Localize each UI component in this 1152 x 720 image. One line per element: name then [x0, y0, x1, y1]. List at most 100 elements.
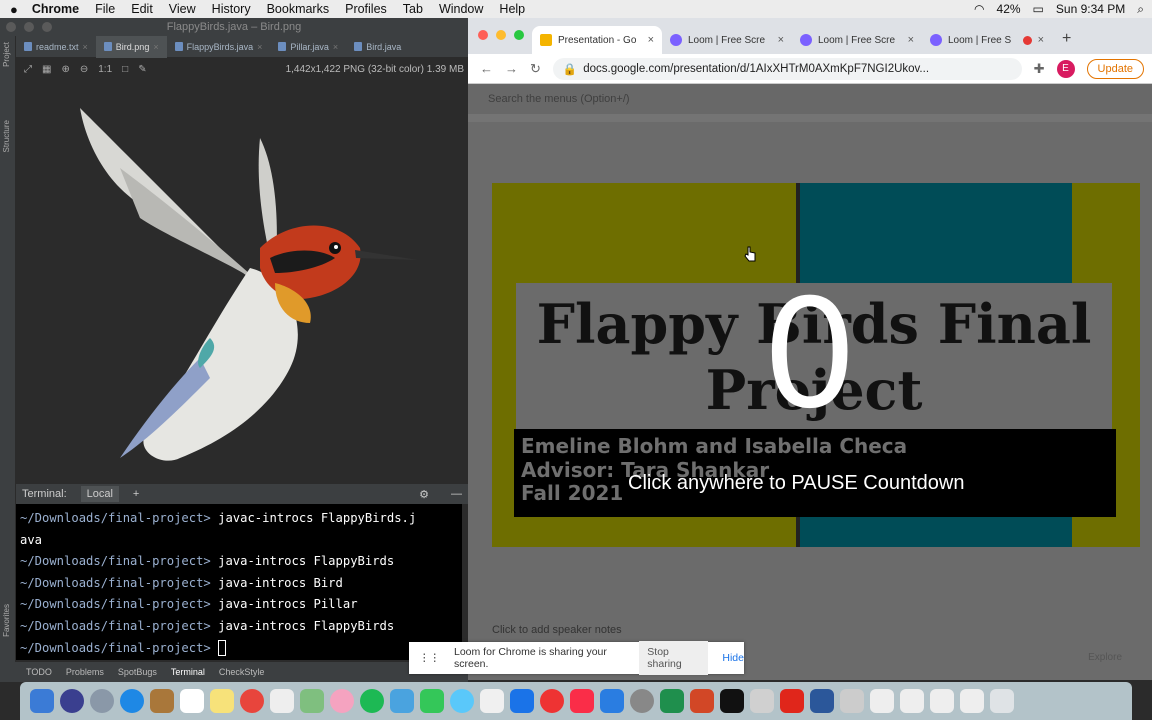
- apple-icon[interactable]: ●: [10, 2, 18, 17]
- countdown-message[interactable]: Click anywhere to PAUSE Countdown: [628, 472, 964, 495]
- browser-tab-presentation[interactable]: Presentation - Go ×: [532, 26, 662, 54]
- actual-size-button[interactable]: 1:1: [98, 64, 112, 75]
- photos-icon[interactable]: [330, 689, 354, 713]
- menu-file[interactable]: File: [95, 2, 115, 16]
- new-tab-button[interactable]: +: [1062, 30, 1071, 48]
- browser-tab-loom-3[interactable]: Loom | Free S ×: [922, 26, 1052, 54]
- update-button[interactable]: Update: [1086, 58, 1144, 79]
- word-icon[interactable]: [810, 689, 834, 713]
- zoom-window-button[interactable]: [42, 22, 52, 32]
- window-thumbnail-icon[interactable]: [930, 689, 954, 713]
- background-icon[interactable]: □: [122, 64, 128, 75]
- help-icon[interactable]: [450, 689, 474, 713]
- launchpad-icon[interactable]: [90, 689, 114, 713]
- screen-share-icon[interactable]: [510, 689, 534, 713]
- clock[interactable]: Sun 9:34 PM: [1056, 2, 1125, 16]
- battery-percent[interactable]: 42%: [997, 2, 1021, 16]
- tab-pillar-java[interactable]: Pillar.java ×: [270, 36, 346, 58]
- project-tool-label[interactable]: Project: [2, 42, 11, 67]
- address-bar[interactable]: 🔒 docs.google.com/presentation/d/1AIxXHT…: [552, 57, 1022, 80]
- stop-sharing-button[interactable]: Stop sharing: [639, 641, 709, 675]
- menu-view[interactable]: View: [169, 2, 196, 16]
- safari-icon[interactable]: [120, 689, 144, 713]
- grid-icon[interactable]: ▦: [42, 64, 51, 75]
- close-window-button[interactable]: [478, 30, 488, 40]
- excel-icon[interactable]: [660, 689, 684, 713]
- window-thumbnail-icon[interactable]: [960, 689, 984, 713]
- acrobat-icon[interactable]: [780, 689, 804, 713]
- favorites-tool-label[interactable]: Favorites: [2, 604, 11, 637]
- powerpoint-icon[interactable]: [690, 689, 714, 713]
- browser-tab-loom-2[interactable]: Loom | Free Scre ×: [792, 26, 922, 54]
- tab-bird-java[interactable]: Bird.java: [346, 36, 409, 58]
- system-preferences-icon[interactable]: [630, 689, 654, 713]
- trash-icon[interactable]: [990, 689, 1014, 713]
- countdown-number[interactable]: 0: [762, 280, 857, 430]
- spotify-icon[interactable]: [360, 689, 384, 713]
- contacts-icon[interactable]: [150, 689, 174, 713]
- hide-button[interactable]: Hide: [722, 652, 744, 664]
- textedit-icon[interactable]: [750, 689, 774, 713]
- terminal-output[interactable]: ~/Downloads/final-project> javac-introcs…: [16, 504, 462, 660]
- terminal-tab[interactable]: Terminal: [171, 667, 205, 677]
- extensions-icon[interactable]: ✚: [1034, 61, 1045, 77]
- close-icon[interactable]: ×: [1038, 34, 1044, 46]
- notes-icon[interactable]: [210, 689, 234, 713]
- new-terminal-icon[interactable]: +: [133, 488, 139, 500]
- intellij-icon[interactable]: [720, 689, 744, 713]
- window-thumbnail-icon[interactable]: [870, 689, 894, 713]
- avatar[interactable]: E: [1056, 59, 1075, 78]
- chrome-icon[interactable]: [240, 689, 264, 713]
- close-icon[interactable]: ×: [153, 42, 158, 52]
- music-icon[interactable]: [570, 689, 594, 713]
- wifi-icon[interactable]: ◠: [974, 2, 984, 16]
- color-picker-icon[interactable]: ✎: [138, 64, 146, 75]
- menu-edit[interactable]: Edit: [131, 2, 153, 16]
- document-icon[interactable]: [840, 689, 864, 713]
- spotbugs-tab[interactable]: SpotBugs: [118, 667, 157, 677]
- close-icon[interactable]: ×: [778, 34, 784, 46]
- finder-icon[interactable]: [30, 689, 54, 713]
- back-icon[interactable]: ←: [480, 61, 493, 76]
- menu-bookmarks[interactable]: Bookmarks: [267, 2, 330, 16]
- preview-icon[interactable]: [480, 689, 504, 713]
- tab-flappybirds-java[interactable]: FlappyBirds.java ×: [167, 36, 271, 58]
- minimize-panel-icon[interactable]: —: [451, 488, 462, 500]
- app-store-icon[interactable]: [600, 689, 624, 713]
- close-icon[interactable]: ×: [257, 42, 262, 52]
- menu-tab[interactable]: Tab: [403, 2, 423, 16]
- menu-search-input[interactable]: Search the menus (Option+/): [488, 93, 630, 105]
- facetime-icon[interactable]: [420, 689, 444, 713]
- menu-help[interactable]: Help: [499, 2, 525, 16]
- menu-history[interactable]: History: [212, 2, 251, 16]
- drag-handle-icon[interactable]: ⋮⋮: [419, 652, 440, 664]
- siri-icon[interactable]: [60, 689, 84, 713]
- reminders-icon[interactable]: [270, 689, 294, 713]
- forward-icon[interactable]: →: [505, 61, 518, 76]
- tab-readme[interactable]: readme.txt ×: [16, 36, 96, 58]
- messages-icon[interactable]: [390, 689, 414, 713]
- close-icon[interactable]: ×: [908, 34, 914, 46]
- menu-profiles[interactable]: Profiles: [345, 2, 387, 16]
- terminal-tab-local[interactable]: Local: [80, 486, 119, 502]
- news-icon[interactable]: [540, 689, 564, 713]
- search-icon[interactable]: ⌕: [1137, 2, 1144, 17]
- browser-tab-loom-1[interactable]: Loom | Free Scre ×: [662, 26, 792, 54]
- menu-app-name[interactable]: Chrome: [32, 2, 79, 16]
- zoom-window-button[interactable]: [514, 30, 524, 40]
- checkstyle-tab[interactable]: CheckStyle: [219, 667, 265, 677]
- problems-tab[interactable]: Problems: [66, 667, 104, 677]
- speaker-notes[interactable]: Click to add speaker notes: [492, 624, 622, 636]
- maps-icon[interactable]: [300, 689, 324, 713]
- minimize-window-button[interactable]: [24, 22, 34, 32]
- zoom-out-icon[interactable]: ⊖: [80, 64, 88, 75]
- structure-tool-label[interactable]: Structure: [2, 120, 11, 152]
- close-icon[interactable]: ×: [83, 42, 88, 52]
- fit-icon[interactable]: ⤢: [24, 64, 32, 75]
- close-icon[interactable]: ×: [648, 34, 654, 46]
- zoom-in-icon[interactable]: ⊕: [61, 64, 69, 75]
- tab-bird-png[interactable]: Bird.png ×: [95, 35, 167, 58]
- close-window-button[interactable]: [6, 22, 16, 32]
- reload-icon[interactable]: ↻: [530, 61, 541, 77]
- todo-tab[interactable]: TODO: [26, 667, 52, 677]
